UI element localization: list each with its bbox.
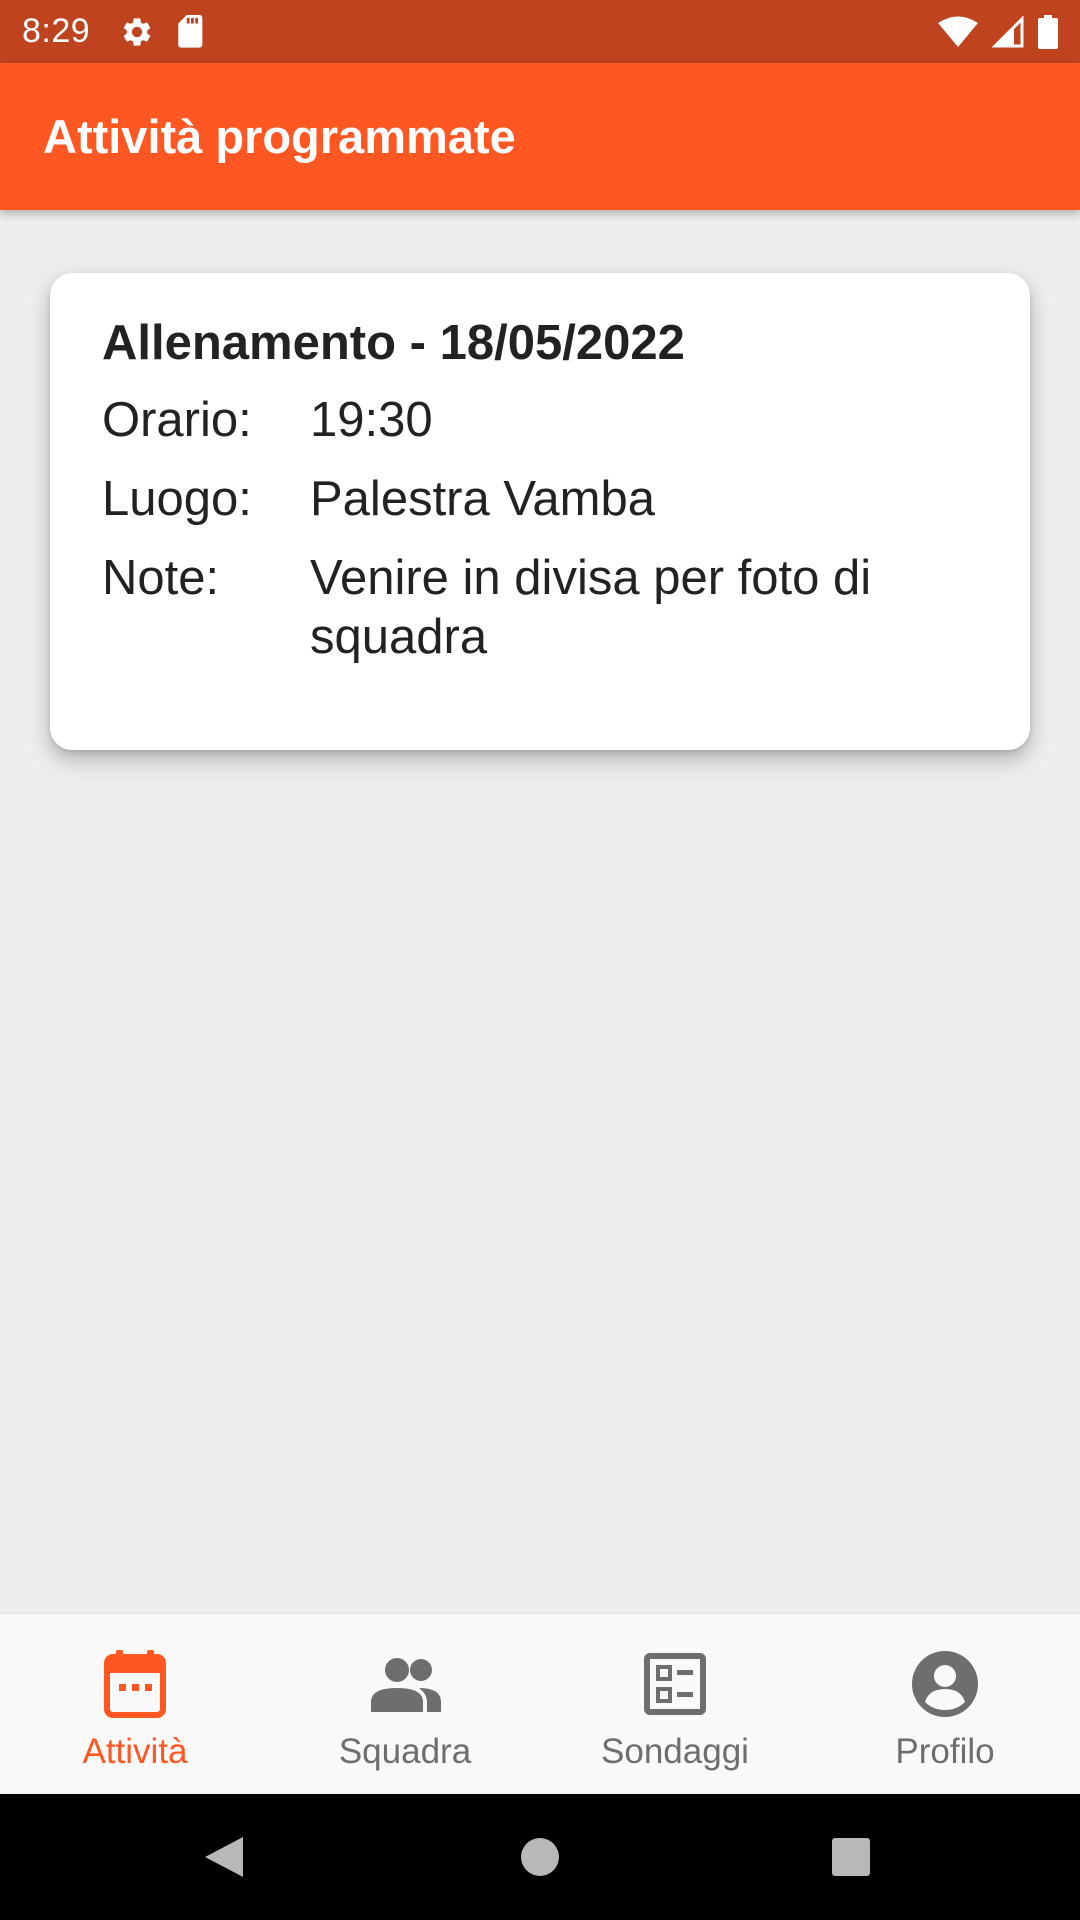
nav-item-profilo[interactable]: Profilo	[810, 1614, 1080, 1794]
battery-icon	[1038, 14, 1058, 49]
signal-icon	[992, 15, 1024, 48]
time-value: 19:30	[310, 393, 433, 447]
home-icon[interactable]	[520, 1837, 560, 1877]
status-left-icons	[120, 14, 206, 49]
notes-label: Note:	[102, 551, 220, 605]
screen: 8:29 Attività programmate Allenamento - …	[0, 0, 1080, 1920]
bottom-navigation: Attività Squadra Sondaggi Profilo	[0, 1614, 1080, 1794]
place-label: Luogo:	[102, 472, 252, 526]
nav-item-sondaggi[interactable]: Sondaggi	[540, 1614, 810, 1794]
nav-item-attivita[interactable]: Attività	[0, 1614, 270, 1794]
status-time: 8:29	[22, 12, 91, 50]
system-navigation-bar	[0, 1794, 1080, 1920]
activity-notes-row: Note: Venire in divisa per foto di squad…	[102, 549, 978, 667]
status-bar: 8:29	[0, 0, 1080, 63]
sd-card-icon	[176, 14, 206, 49]
poll-list-icon	[637, 1648, 713, 1720]
nav-label-attivita: Attività	[82, 1732, 188, 1771]
recents-icon[interactable]	[831, 1837, 871, 1877]
activity-card[interactable]: Allenamento - 18/05/2022 Orario: 19:30 L…	[50, 273, 1030, 750]
wifi-icon	[938, 16, 978, 48]
time-label: Orario:	[102, 393, 252, 447]
activity-time-row: Orario: 19:30	[102, 391, 978, 450]
nav-label-squadra: Squadra	[338, 1732, 472, 1771]
back-icon[interactable]	[203, 1835, 245, 1879]
activity-place-row: Luogo: Palestra Vamba	[102, 470, 978, 529]
status-right-icons	[938, 14, 1058, 49]
nav-label-sondaggi: Sondaggi	[601, 1732, 749, 1771]
app-bar: Attività programmate	[0, 63, 1080, 210]
nav-item-squadra[interactable]: Squadra	[270, 1614, 540, 1794]
gear-icon	[120, 15, 154, 49]
activity-title: Allenamento - 18/05/2022	[102, 316, 685, 370]
account-circle-icon	[907, 1648, 983, 1720]
calendar-icon	[97, 1648, 173, 1720]
main-content[interactable]: Allenamento - 18/05/2022 Orario: 19:30 L…	[0, 210, 1080, 1614]
place-value: Palestra Vamba	[310, 472, 655, 526]
notes-value: Venire in divisa per foto di squadra	[310, 551, 872, 664]
nav-label-profilo: Profilo	[895, 1732, 995, 1771]
group-icon	[367, 1648, 443, 1720]
page-title: Attività programmate	[43, 110, 516, 163]
